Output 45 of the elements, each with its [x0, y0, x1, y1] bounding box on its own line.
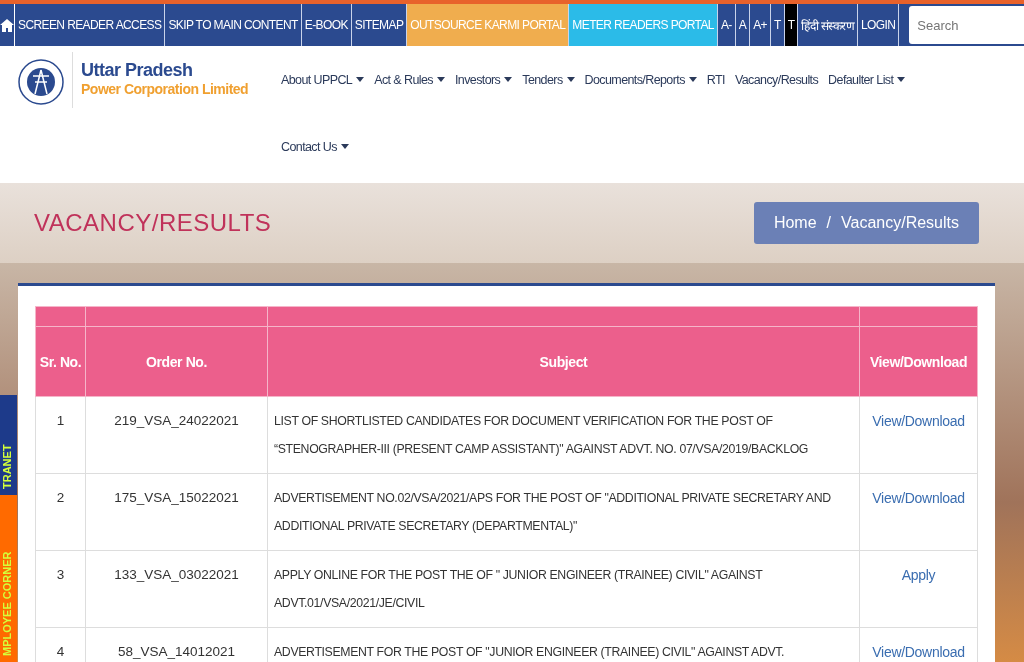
page-title: VACANCY/RESULTS — [34, 209, 272, 237]
table-cell: 2 — [35, 473, 86, 551]
breadcrumb-link[interactable]: Home — [773, 214, 817, 232]
nav-menu-item[interactable]: Documents/Reports — [579, 46, 702, 113]
nav-menu-item[interactable]: Tenders — [517, 46, 580, 113]
caret-icon — [504, 77, 513, 82]
table-cell: 133_VSA_03022021 — [85, 550, 268, 628]
caret-icon — [340, 144, 349, 149]
download-link[interactable]: Apply — [901, 567, 936, 583]
column-header: Subject — [267, 326, 860, 397]
nav-menu-item[interactable]: Investors — [449, 46, 518, 113]
table-cell: 1 — [35, 396, 86, 474]
nav-menu-item[interactable]: RTI — [701, 46, 730, 113]
brand-title: Uttar Pradesh — [81, 60, 194, 81]
table-cell: 3 — [35, 550, 86, 628]
top-bar-link[interactable]: LOGIN — [858, 4, 900, 46]
table-cell: LIST OF SHORTLISTED CANDIDATES FOR DOCUMENT VERIFICATION FOR THE POST OF “STENOGRAPHER-III (PRESENT CAMP ASSISTANT)" AGAINST ADVT. NO. 07/VSA/2019/BACKLOG — [267, 396, 860, 474]
top-bar-link[interactable]: SCREEN READER ACCESS — [15, 4, 166, 46]
caret-icon — [566, 77, 575, 82]
top-bar-link[interactable]: A+ — [750, 4, 771, 46]
side-tab[interactable]: TRANET — [0, 395, 17, 495]
table-cell: ADVERTISEMENT NO.02/VSA/2021/APS FOR THE POST OF "ADDITIONAL PRIVATE SECRETARY AND ADDITIONAL PRIVATE SECRETARY (DEPARTMENTAL)" — [267, 473, 860, 551]
search-field[interactable]: Search — [909, 6, 1024, 44]
column-header: View/Download — [859, 326, 978, 397]
nav-menu-item[interactable]: Contact Us — [276, 113, 354, 180]
table-cell: APPLY ONLINE FOR THE POST THE OF " JUNIOR ENGINEER (TRAINEE) CIVIL" AGAINST ADVT.01/VSA/2021/JE/CIVIL — [267, 550, 860, 628]
caret-icon — [356, 77, 365, 82]
nav-menu-item[interactable]: Act & Rules — [369, 46, 450, 113]
top-bar-link[interactable]: हिंदी संस्करण — [798, 4, 858, 46]
caret-icon — [897, 77, 906, 82]
column-header: Sr. No. — [35, 326, 86, 397]
table-cell: 4 — [35, 627, 86, 662]
breadcrumb-separator: / — [826, 214, 831, 232]
caret-icon — [688, 77, 697, 82]
nav-menu-item[interactable]: About UPPCL — [276, 46, 370, 113]
brand-subtitle: Power Corporation Limited — [81, 81, 249, 97]
download-link[interactable]: View/Download — [872, 490, 965, 506]
table-cell: 219_VSA_24022021 — [85, 396, 268, 474]
table-cell: 175_VSA_15022021 — [85, 473, 268, 551]
nav-menu-item[interactable]: Defaulter List — [823, 46, 911, 113]
nav-menu-item[interactable]: Vacancy/Results — [729, 46, 824, 113]
breadcrumb-link[interactable]: Vacancy/Results — [841, 214, 959, 232]
column-header: Order No. — [85, 326, 268, 397]
download-link[interactable]: View/Download — [872, 413, 965, 429]
caret-icon — [436, 77, 445, 82]
